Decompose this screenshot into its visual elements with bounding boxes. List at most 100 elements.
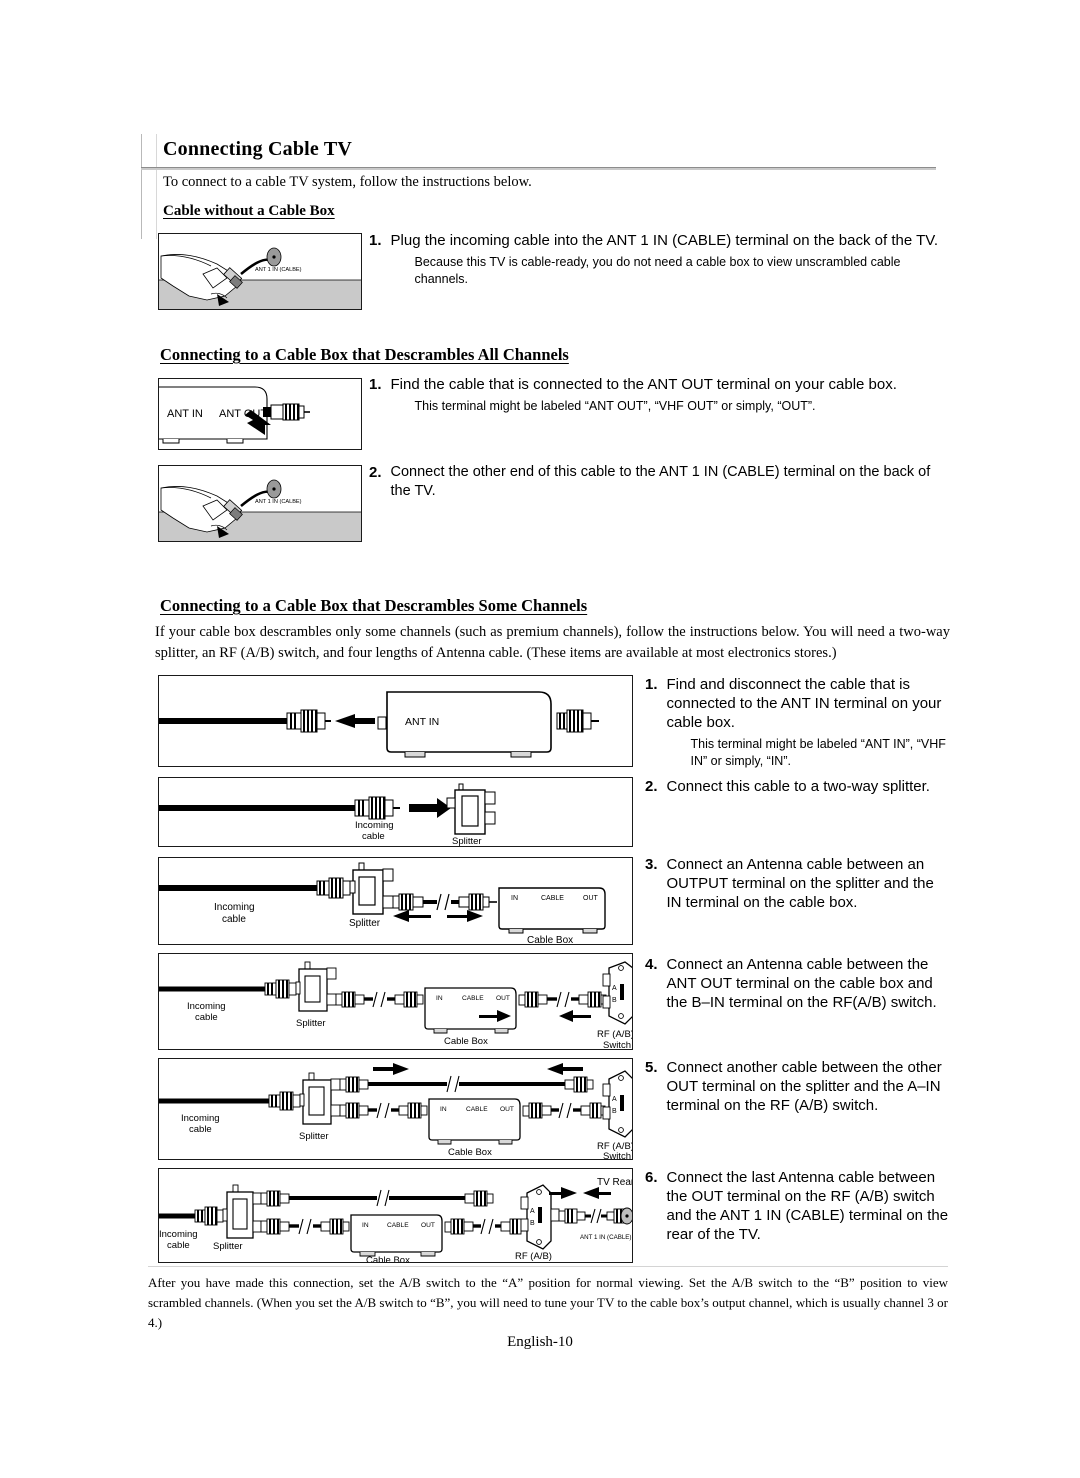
label-incoming: Incoming bbox=[181, 1113, 220, 1124]
illustration-hand-plug-tv-1: ANT 1 IN (CALBE) bbox=[158, 233, 362, 310]
left-margin-rule-inner bbox=[156, 134, 157, 239]
section-3-intro: If your cable box descrambles only some … bbox=[155, 624, 950, 661]
step-note: This terminal might be labeled “ANT OUT”… bbox=[414, 399, 816, 413]
step-1-section-1: 1. Plug the incoming cable into the ANT … bbox=[369, 231, 944, 288]
heading-descrambles-some: Connecting to a Cable Box that Descrambl… bbox=[160, 596, 588, 615]
step-number: 2. bbox=[645, 778, 658, 795]
label-incoming: Incoming bbox=[187, 1001, 226, 1012]
page-title: Connecting Cable TV bbox=[163, 138, 353, 160]
heading-cable-without-box: Cable without a Cable Box bbox=[163, 203, 335, 219]
step-number: 1. bbox=[369, 376, 382, 393]
label-a: A bbox=[612, 985, 617, 992]
step-1-section-2: 1. Find the cable that is connected to t… bbox=[369, 375, 944, 415]
label-switch: Switch bbox=[603, 1151, 631, 1160]
manual-page: Connecting Cable TV To connect to a cabl… bbox=[0, 0, 1080, 1478]
step-text: Connect the other end of this cable to t… bbox=[390, 464, 931, 499]
step-text: Connect another cable between the other … bbox=[666, 1059, 942, 1114]
step-note: This terminal might be labeled “ANT IN”,… bbox=[690, 737, 946, 768]
step-4-section-3: 4. Connect an Antenna cable between the … bbox=[645, 955, 950, 1012]
label-cable-box: Cable Box bbox=[444, 1036, 488, 1047]
label-incoming: Incoming bbox=[159, 1229, 198, 1240]
label-ant-out: ANT OUT bbox=[219, 408, 267, 420]
intro-text: To connect to a cable TV system, follow … bbox=[163, 174, 532, 190]
label-splitter: Splitter bbox=[296, 1018, 326, 1029]
diagram-splitter-to-rf-switch-a-in: Incoming cable Splitter IN CABLE OUT Cab… bbox=[158, 1058, 633, 1160]
step-text: Plug the incoming cable into the ANT 1 I… bbox=[390, 232, 939, 249]
title-divider bbox=[141, 167, 936, 170]
step-1-section-3: 1. Find and disconnect the cable that is… bbox=[645, 675, 950, 770]
label-ant1in-typo: ANT 1 IN (CALBE) bbox=[255, 267, 302, 273]
step-text: Find and disconnect the cable that is co… bbox=[666, 676, 942, 731]
label-cable-box: Cable Box bbox=[527, 935, 573, 945]
step-number: 6. bbox=[645, 1169, 658, 1186]
label-cable: cable bbox=[362, 831, 385, 842]
step-number: 1. bbox=[645, 676, 658, 693]
label-splitter: Splitter bbox=[349, 918, 381, 929]
label-cable: cable bbox=[222, 914, 246, 925]
label-cable: cable bbox=[195, 1012, 218, 1023]
label-out: OUT bbox=[496, 995, 510, 1002]
label-ant-in: ANT IN bbox=[405, 716, 439, 728]
label-tv-rear: TV Rear bbox=[597, 1177, 633, 1188]
label-cable: cable bbox=[189, 1124, 212, 1135]
diagram-rf-switch-to-tv-rear: Incoming cable Splitter IN CABLE OUT Cab… bbox=[158, 1168, 633, 1263]
label-a: A bbox=[530, 1208, 535, 1215]
label-ant1in: ANT 1 IN (CABLE) bbox=[580, 1234, 631, 1241]
step-number: 3. bbox=[645, 856, 658, 873]
label-b: B bbox=[612, 997, 617, 1004]
step-number: 2. bbox=[369, 464, 382, 481]
label-in: IN bbox=[436, 995, 443, 1002]
label-out: OUT bbox=[421, 1222, 435, 1229]
label-cable-box: Cable Box bbox=[448, 1147, 492, 1158]
label-out: OUT bbox=[583, 895, 599, 902]
left-margin-rule-outer bbox=[141, 134, 142, 239]
label-b: B bbox=[530, 1220, 535, 1227]
label-splitter: Splitter bbox=[299, 1131, 329, 1142]
label-in: IN bbox=[440, 1106, 447, 1113]
diagram-splitter-to-cable-box: Incoming cable Splitter IN CABLE OUT Cab… bbox=[158, 857, 633, 945]
label-cable-mid: CABLE bbox=[387, 1222, 409, 1229]
label-out: OUT bbox=[500, 1106, 514, 1113]
step-note: Because this TV is cable-ready, you do n… bbox=[414, 255, 901, 286]
step-text: Connect this cable to a two-way splitter… bbox=[666, 778, 930, 795]
step-number: 4. bbox=[645, 956, 658, 973]
diagram-cable-box-to-rf-switch: Incoming cable Splitter IN CABLE OUT Cab… bbox=[158, 953, 633, 1050]
step-6-section-3: 6. Connect the last Antenna cable betwee… bbox=[645, 1168, 953, 1244]
illustration-hand-plug-tv-2: ANT 1 IN (CALBE) bbox=[158, 465, 362, 542]
step-number: 5. bbox=[645, 1059, 658, 1076]
heading-descrambles-all: Connecting to a Cable Box that Descrambl… bbox=[160, 345, 569, 364]
label-cable: cable bbox=[167, 1240, 190, 1251]
step-text: Find the cable that is connected to the … bbox=[390, 376, 897, 393]
label-ant1in-typo: ANT 1 IN (CALBE) bbox=[255, 499, 302, 505]
step-2-section-2: 2. Connect the other end of this cable t… bbox=[369, 463, 949, 501]
step-number: 1. bbox=[369, 232, 382, 249]
label-rf-ab: RF (A/B) bbox=[597, 1029, 633, 1040]
step-text: Connect an Antenna cable between the ANT… bbox=[666, 956, 937, 1011]
label-cable-mid: CABLE bbox=[462, 995, 484, 1002]
footer-divider bbox=[148, 1266, 948, 1267]
section-footnote: After you have made this connection, set… bbox=[148, 1275, 948, 1330]
illustration-cable-box-rear: ANT IN ANT OUT bbox=[158, 378, 362, 450]
step-3-section-3: 3. Connect an Antenna cable between an O… bbox=[645, 855, 950, 912]
label-splitter: Splitter bbox=[452, 836, 482, 847]
label-a: A bbox=[612, 1096, 617, 1103]
label-ant-in: ANT IN bbox=[167, 408, 203, 420]
label-cable-mid: CABLE bbox=[541, 895, 564, 902]
label-in: IN bbox=[362, 1222, 369, 1229]
label-splitter: Splitter bbox=[213, 1241, 243, 1252]
step-text: Connect the last Antenna cable between t… bbox=[666, 1169, 949, 1243]
label-cable-box: Cable Box bbox=[366, 1255, 410, 1263]
step-5-section-3: 5. Connect another cable between the oth… bbox=[645, 1058, 950, 1115]
label-switch: Switch bbox=[603, 1040, 631, 1050]
label-incoming: Incoming bbox=[355, 820, 394, 831]
diagram-disconnect-ant-in: ANT IN bbox=[158, 675, 633, 767]
label-incoming: Incoming bbox=[214, 902, 255, 913]
label-switch: Switch bbox=[521, 1261, 549, 1263]
step-text: Connect an Antenna cable between an OUTP… bbox=[666, 856, 934, 911]
label-b: B bbox=[612, 1108, 617, 1115]
diagram-cable-to-splitter: Incoming cable Splitter bbox=[158, 777, 633, 847]
label-cable-mid: CABLE bbox=[466, 1106, 488, 1113]
label-in: IN bbox=[511, 895, 518, 902]
step-2-section-3: 2. Connect this cable to a two-way split… bbox=[645, 777, 950, 796]
page-number: English-10 bbox=[507, 1334, 573, 1350]
